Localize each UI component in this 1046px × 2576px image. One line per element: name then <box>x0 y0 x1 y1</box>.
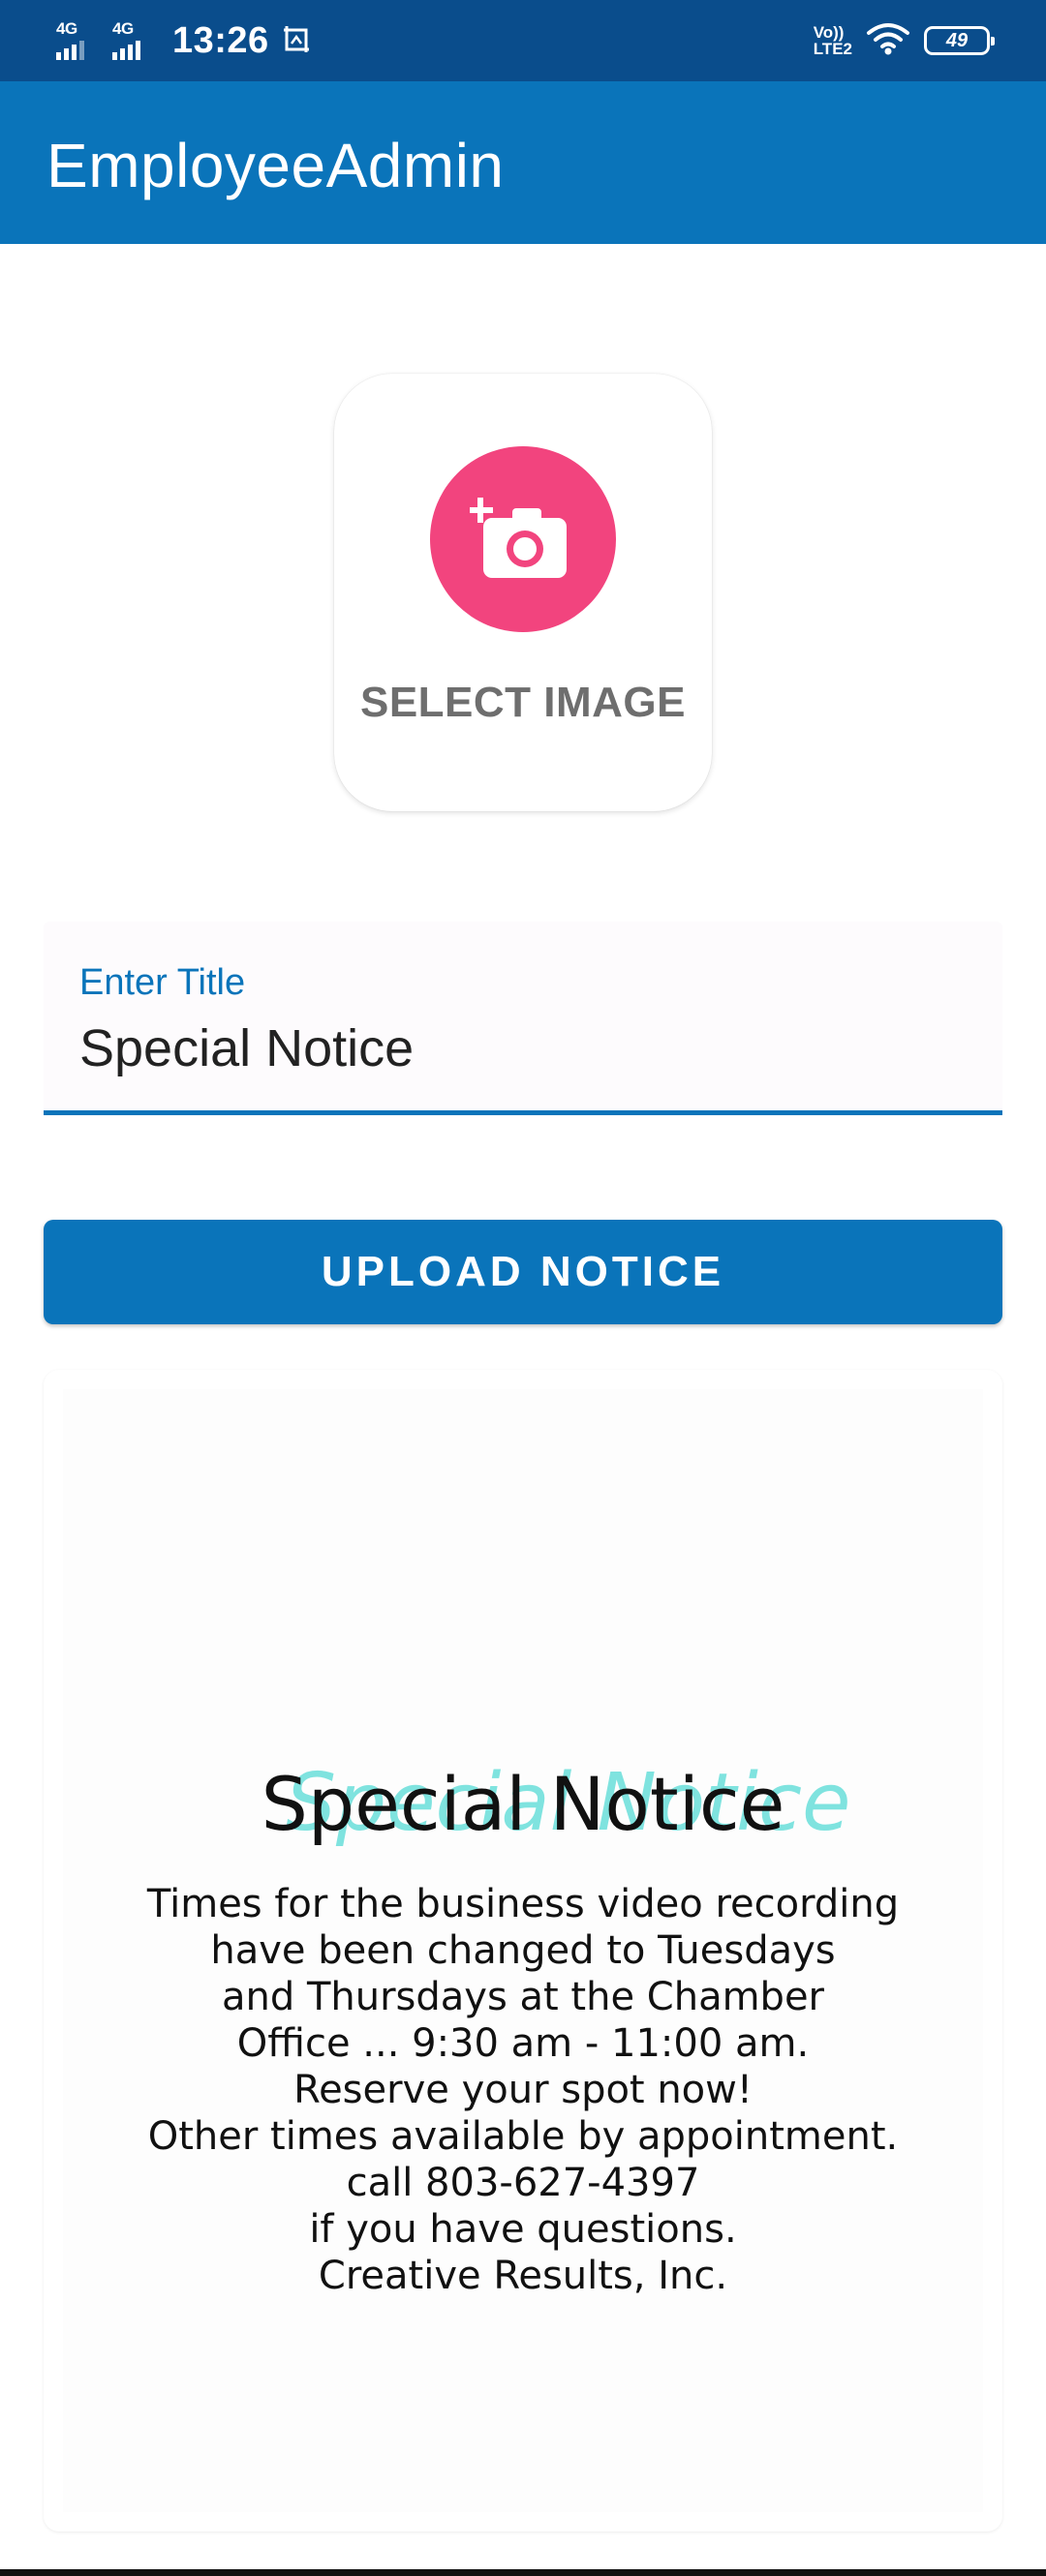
add-photo-button[interactable] <box>430 446 616 632</box>
signal-strength-icon: 4G <box>112 17 163 64</box>
title-field[interactable]: Enter Title <box>44 922 1002 1115</box>
notice-line: call 803-627-4397 <box>346 2161 700 2205</box>
signal-strength-icon: 4G <box>56 17 107 64</box>
status-left: 4G 4G 13:26 <box>56 15 312 66</box>
notice-body: Times for the business video recording h… <box>63 1881 983 2299</box>
notice-line: have been changed to Tuesdays <box>210 1928 836 1973</box>
notice-line: Office ... 9:30 am - 11:00 am. <box>236 2021 810 2066</box>
notice-line: Creative Results, Inc. <box>318 2254 728 2298</box>
bottom-edge <box>0 2569 1046 2576</box>
title-input[interactable] <box>79 1018 951 1078</box>
notice-line: Reserve your spot now! <box>293 2068 753 2112</box>
select-image-label: SELECT IMAGE <box>359 679 687 726</box>
notice-line: if you have questions. <box>309 2207 737 2252</box>
notice-line: and Thursdays at the Chamber <box>222 1975 824 2019</box>
battery-icon: 49 <box>924 26 995 55</box>
notice-image: Special Notice Special Notice Times for … <box>63 1389 983 2512</box>
title-field-label: Enter Title <box>79 962 246 1003</box>
notice-heading-wrap: Special Notice Special Notice <box>63 1757 983 1854</box>
notice-line: Times for the business video recording <box>146 1882 900 1926</box>
lte-label: LTE2 <box>813 40 852 58</box>
add-a-photo-icon <box>470 498 567 578</box>
notice-heading: Special Notice <box>261 1761 785 1847</box>
screenshot-icon <box>283 22 312 60</box>
status-bar: 4G 4G 13:26 Vo)) LTE2 49 <box>0 0 1046 81</box>
app-title: EmployeeAdmin <box>46 131 505 200</box>
volte-label: Vo)) <box>813 23 845 42</box>
clock: 13:26 <box>172 19 269 61</box>
volte-indicator: Vo)) LTE2 <box>814 24 852 57</box>
network-type: 4G <box>56 19 77 38</box>
upload-notice-button[interactable]: UPLOAD NOTICE <box>44 1220 1002 1324</box>
battery-level: 49 <box>945 29 969 51</box>
status-right: Vo)) LTE2 49 <box>814 15 995 66</box>
select-image-card[interactable]: SELECT IMAGE <box>334 374 712 811</box>
app-bar: EmployeeAdmin <box>0 81 1046 244</box>
notice-preview-card: Special Notice Special Notice Times for … <box>44 1370 1002 2531</box>
wifi-icon <box>866 21 910 61</box>
network-type: 4G <box>112 19 134 38</box>
notice-line: Other times available by appointment. <box>147 2114 899 2159</box>
